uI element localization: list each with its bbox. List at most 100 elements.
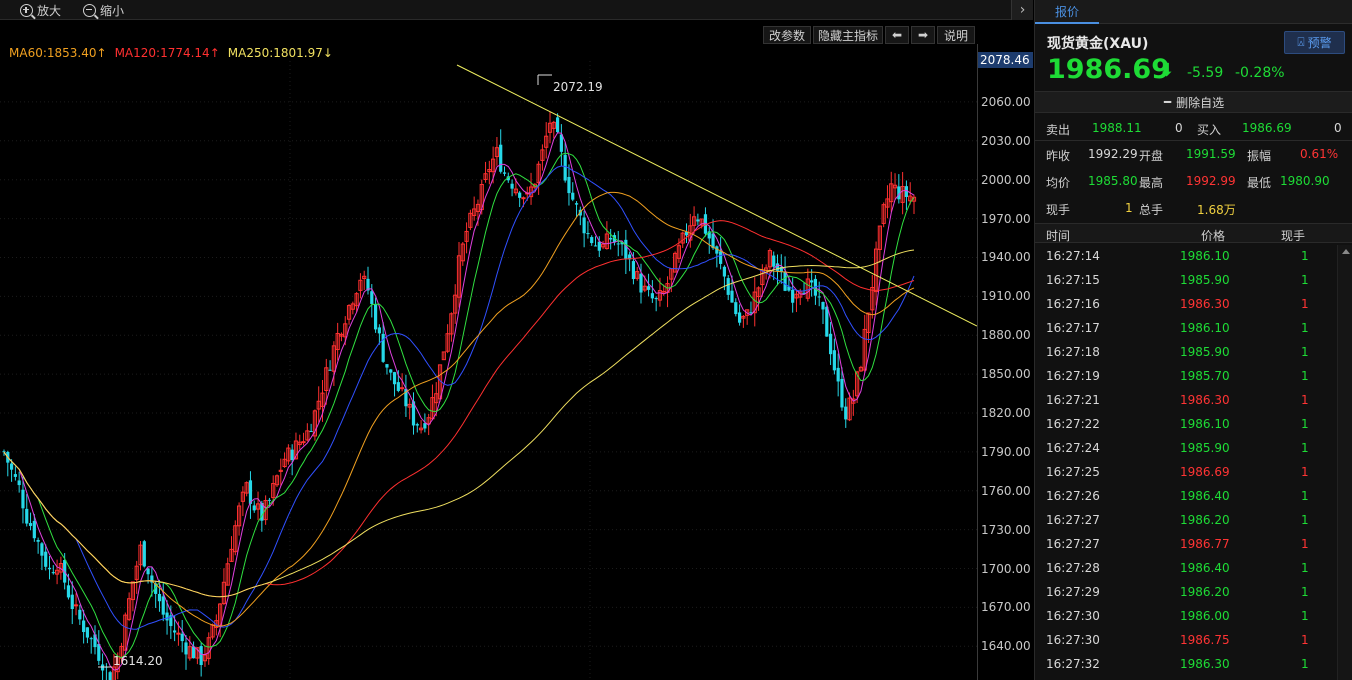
tick-volume: 1: [1301, 585, 1309, 599]
tick-price: 1986.30: [1180, 393, 1230, 407]
tick-price: 1985.90: [1180, 273, 1230, 287]
candle-body: [180, 633, 184, 642]
candlesticks: [2, 111, 917, 680]
tick-time: 16:27:16: [1046, 297, 1100, 311]
candle-body: [616, 243, 620, 245]
candle-body: [559, 134, 563, 152]
candle-body: [791, 289, 795, 303]
price-axis: 2078.46 2060.00 2030.00 2000.00 1970.00 1940…: [977, 44, 1033, 680]
ticks-scrollbar[interactable]: [1337, 245, 1352, 680]
candle-body: [36, 539, 40, 542]
tick-time: 16:27:19: [1046, 369, 1100, 383]
candle-body: [821, 302, 825, 310]
buy-price: 1986.69: [1242, 121, 1292, 135]
tick-volume: 1: [1301, 369, 1309, 383]
scroll-up-icon: [1342, 249, 1350, 254]
tick-volume: 1: [1301, 393, 1309, 407]
high-value: 1992.99: [1186, 174, 1236, 188]
candle-body: [609, 237, 613, 240]
candle-body: [646, 286, 651, 290]
candle-body: [142, 541, 146, 567]
tick-volume: 1: [1301, 345, 1309, 359]
tick-time: 16:27:30: [1046, 609, 1100, 623]
edit-params-button[interactable]: 改参数: [763, 26, 811, 44]
remove-watchlist-button[interactable]: ━ 删除自选: [1035, 91, 1352, 113]
candle-body: [17, 480, 21, 486]
arrow-right-button[interactable]: ➡: [911, 26, 935, 44]
ma250-legend: MA250:1801.97↓: [227, 46, 333, 60]
tick-time: 16:27:25: [1046, 465, 1100, 479]
help-button[interactable]: 说明: [937, 26, 975, 44]
current-volume-label: 现手: [1046, 203, 1071, 217]
ticks-header: 时间 价格 现手: [1035, 223, 1352, 243]
low-label: 1614.20: [113, 654, 163, 668]
candle-body: [248, 480, 253, 504]
arrow-left-icon: ⬅: [891, 28, 903, 42]
price-alert-button[interactable]: ⍓ 预警: [1284, 31, 1345, 54]
ma60-legend: MA60:1853.40↑: [9, 46, 107, 60]
sell-label: 卖出: [1046, 123, 1071, 137]
total-volume-value: 1.68万: [1197, 203, 1236, 217]
zoom-in-button[interactable]: 放大: [20, 1, 61, 19]
tick-price: 1986.30: [1180, 657, 1230, 671]
candle-body: [73, 604, 79, 607]
candle-body: [772, 255, 776, 267]
ticks-header-price: 价格: [1201, 229, 1226, 243]
tick-row: 16:27:15 1985.90 1: [1035, 269, 1335, 293]
candle-body: [161, 596, 165, 615]
candle-body: [184, 642, 188, 655]
candle-body: [66, 585, 71, 598]
candle-body: [650, 293, 654, 299]
tick-price: 1986.20: [1180, 513, 1230, 527]
candle-body: [328, 369, 332, 371]
minus-icon: ━: [1163, 95, 1172, 109]
candle-body: [392, 372, 397, 385]
tick-row: 16:27:14 1986.10 1: [1035, 245, 1335, 269]
tick-volume: 1: [1301, 249, 1309, 263]
sell-volume: 0: [1175, 121, 1183, 135]
candle-body: [783, 271, 787, 291]
candle-body: [574, 203, 579, 205]
chart-toolbar: 放大 缩小 ›: [0, 0, 1033, 20]
tick-volume: 1: [1301, 417, 1309, 431]
tick-volume: 1: [1301, 561, 1309, 575]
tick-volume: 1: [1301, 273, 1309, 287]
tab-quote[interactable]: 报价: [1035, 0, 1099, 24]
zoom-out-button[interactable]: 缩小: [83, 1, 124, 19]
candle-body: [836, 367, 840, 382]
tick-row: 16:27:30 1986.00 1: [1035, 605, 1335, 629]
hide-indicators-button[interactable]: 隐藏主指标: [813, 26, 883, 44]
high-marker: 2072.19: [537, 74, 603, 94]
axis-tick-label: 2030.00: [981, 133, 1031, 148]
collapse-panel-button[interactable]: ›: [1011, 0, 1033, 20]
current-price-tag: 2078.46: [978, 52, 1033, 68]
candle-body: [301, 441, 306, 444]
axis-tick-label: 1700.00: [981, 561, 1031, 576]
price-chart[interactable]: 2072.19 1614.20: [0, 61, 977, 680]
axis-tick-label: 1820.00: [981, 405, 1031, 420]
tick-price: 1986.75: [1180, 633, 1230, 647]
candle-body: [309, 431, 313, 433]
candle-body: [415, 424, 419, 426]
current-volume-value: 1: [1125, 201, 1133, 215]
axis-tick-label: 2000.00: [981, 172, 1031, 187]
candle-body: [51, 572, 55, 574]
tick-time: 16:27:29: [1046, 585, 1100, 599]
tick-price: 1986.77: [1180, 537, 1230, 551]
candle-body: [47, 567, 52, 570]
candle-body: [389, 369, 393, 373]
low-label: 最低: [1247, 176, 1272, 190]
bell-icon: ⍓: [1297, 35, 1305, 49]
tick-row: 16:27:25 1986.69 1: [1035, 461, 1335, 485]
tick-row: 16:27:24 1985.90 1: [1035, 437, 1335, 461]
price-change: -5.59: [1187, 65, 1224, 81]
tick-volume: 1: [1301, 609, 1309, 623]
candle-body: [719, 251, 723, 264]
arrow-left-button[interactable]: ⬅: [885, 26, 909, 44]
tick-volume: 1: [1301, 441, 1309, 455]
tick-time: 16:27:26: [1046, 489, 1100, 503]
zoom-out-label: 缩小: [100, 3, 125, 18]
candle-body: [78, 609, 82, 620]
axis-tick-label: 1970.00: [981, 211, 1031, 226]
candle-body: [582, 217, 586, 234]
